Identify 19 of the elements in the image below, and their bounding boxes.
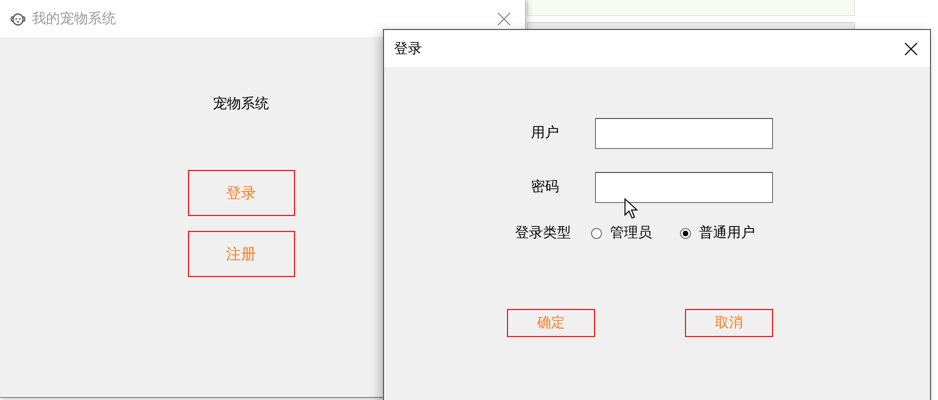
app-heading: 宠物系统 [213,95,269,113]
login-type-label: 登录类型 [515,224,571,242]
field-label: 用户 [531,124,560,142]
mouse-pointer-icon [624,198,638,220]
radio-label[interactable]: 普通用户 [699,224,755,242]
window-title: 我的宠物系统 [32,10,116,28]
dialog-button[interactable]: 取消 [685,309,773,337]
dog-face-icon [10,10,26,26]
dialog-title: 登录 [394,40,422,58]
radio-button[interactable] [591,228,602,238]
field-label: 密码 [531,178,560,196]
menu-button[interactable]: 注册 [188,231,294,277]
input-field[interactable] [595,118,773,148]
input-field[interactable] [595,172,773,202]
close-icon[interactable] [904,42,918,56]
dialog-button[interactable]: 确定 [507,309,595,337]
radio-label[interactable]: 管理员 [610,224,652,242]
radio-button[interactable] [680,228,691,238]
menu-button[interactable]: 登录 [188,170,294,216]
